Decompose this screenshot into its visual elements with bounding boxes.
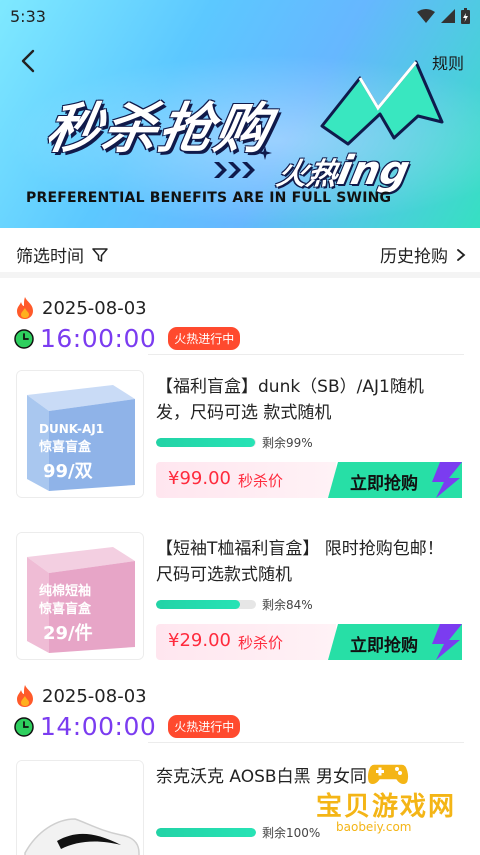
product-title[interactable]: 【福利盲盒】dunk（SB）/AJ1随机发，尺码可选 款式随机: [156, 374, 456, 426]
blind-box-image: DUNK-AJ1 惊喜盲盒 99/双: [17, 371, 143, 497]
divider: [148, 742, 464, 743]
banner-ing-label: ing: [333, 148, 414, 194]
svg-text:惊喜盲盒: 惊喜盲盒: [39, 439, 92, 455]
fire-icon: [17, 685, 33, 707]
svg-text:29/件: 29/件: [43, 622, 93, 644]
session-date: 2025-08-03: [42, 685, 147, 707]
signal-icon: [441, 9, 455, 23]
session-date: 2025-08-03: [42, 297, 147, 319]
banner-hot-label: 火热: [273, 157, 341, 192]
session-header: 2025-08-03 14:00:00 火热进行中: [0, 684, 480, 744]
wifi-icon: [417, 9, 435, 23]
status-badge: 火热进行中: [168, 327, 241, 350]
session-time: 14:00:00: [40, 712, 157, 741]
buy-now-button[interactable]: 立即抢购: [328, 624, 462, 660]
product-thumbnail[interactable]: [16, 760, 144, 855]
watermark: 宝贝游戏网 baobeiy.com: [308, 758, 472, 838]
filter-funnel-icon: [92, 247, 108, 262]
chevron-right-icon: [457, 248, 466, 261]
stock-progress-bar: [156, 600, 256, 609]
stock-progress-fill: [156, 600, 240, 609]
status-bar: 5:33: [0, 0, 480, 34]
buy-now-label: 立即抢购: [350, 636, 418, 656]
filter-bar: 筛选时间 历史抢购: [0, 228, 480, 278]
status-icons: [417, 8, 470, 24]
battery-icon: [461, 8, 470, 24]
back-arrow-icon[interactable]: [14, 46, 44, 76]
stock-indicator: 剩余100%: [156, 824, 320, 841]
status-badge: 火热进行中: [168, 715, 241, 738]
flash-sale-banner: 5:33 规则 秒杀抢购 火热ing PREFERENTIAL BENEFITS…: [0, 0, 480, 228]
price-bar: ¥29.00 秒杀价 立即抢购: [156, 624, 462, 660]
stock-progress-bar: [156, 438, 256, 447]
stock-text: 剩余99%: [262, 436, 313, 450]
session-time: 16:00:00: [40, 324, 157, 353]
stock-indicator: 剩余99%: [156, 434, 313, 451]
session-date-row: 2025-08-03: [14, 296, 147, 320]
product-card[interactable]: 纯棉短袖 惊喜盲盒 29/件 【短袖T桖福利盲盒】 限时抢购包邮！尺码可选款式随…: [0, 532, 480, 664]
flash-price: ¥99.00: [168, 468, 231, 489]
product-card[interactable]: DUNK-AJ1 惊喜盲盒 99/双 【福利盲盒】dunk（SB）/AJ1随机发…: [0, 370, 480, 502]
buy-now-button[interactable]: 立即抢购: [328, 462, 462, 498]
blind-box-image: 纯棉短袖 惊喜盲盒 29/件: [17, 533, 143, 659]
svg-text:99/双: 99/双: [43, 461, 93, 482]
product-title[interactable]: 【短袖T桖福利盲盒】 限时抢购包邮！尺码可选款式随机: [156, 536, 456, 588]
fire-icon: [17, 297, 33, 319]
history-purchase-link[interactable]: 历史抢购: [380, 242, 466, 267]
banner-title: 秒杀抢购: [41, 97, 277, 160]
sneaker-image: [17, 761, 143, 855]
flash-sale-screen: 5:33 规则 秒杀抢购 火热ing PREFERENTIAL BENEFITS…: [0, 0, 480, 855]
stock-progress-bar: [156, 828, 256, 837]
status-time: 5:33: [10, 7, 46, 26]
price-bar: ¥99.00 秒杀价 立即抢购: [156, 462, 462, 498]
svg-text:纯棉短袖: 纯棉短袖: [39, 583, 91, 599]
history-label: 历史抢购: [380, 247, 448, 267]
filter-time-label: 筛选时间: [16, 247, 84, 267]
flash-price: ¥29.00: [168, 630, 231, 651]
stock-progress-fill: [156, 828, 256, 837]
svg-text:惊喜盲盒: 惊喜盲盒: [39, 601, 92, 617]
filter-time-button[interactable]: 筛选时间: [16, 242, 108, 267]
watermark-name: 宝贝游戏网: [316, 792, 457, 822]
lightning-graphic-icon: [320, 60, 444, 146]
banner-subtitle: PREFERENTIAL BENEFITS ARE IN FULL SWING: [26, 190, 392, 206]
flash-price-label: 秒杀价: [238, 472, 284, 490]
clock-icon: [14, 716, 34, 737]
gamepad-icon: [366, 763, 410, 786]
stock-indicator: 剩余84%: [156, 596, 313, 613]
session-time-row: 16:00:00 火热进行中: [14, 324, 241, 353]
stock-progress-fill: [156, 438, 255, 447]
sparkle-icon: [258, 146, 272, 160]
buy-now-label: 立即抢购: [350, 474, 418, 494]
flash-price-label: 秒杀价: [238, 634, 284, 652]
chevrons-icon: [214, 162, 255, 178]
banner-hot-text: 火热ing: [273, 148, 414, 194]
session-date-row: 2025-08-03: [14, 684, 147, 708]
svg-text:DUNK-AJ1: DUNK-AJ1: [39, 422, 104, 436]
session-time-row: 14:00:00 火热进行中: [14, 712, 241, 741]
stock-text: 剩余84%: [262, 598, 313, 612]
session-header: 2025-08-03 16:00:00 火热进行中: [0, 296, 480, 356]
product-thumbnail[interactable]: DUNK-AJ1 惊喜盲盒 99/双: [16, 370, 144, 498]
watermark-url: baobeiy.com: [336, 820, 412, 834]
product-thumbnail[interactable]: 纯棉短袖 惊喜盲盒 29/件: [16, 532, 144, 660]
divider: [148, 354, 464, 355]
clock-icon: [14, 328, 34, 349]
